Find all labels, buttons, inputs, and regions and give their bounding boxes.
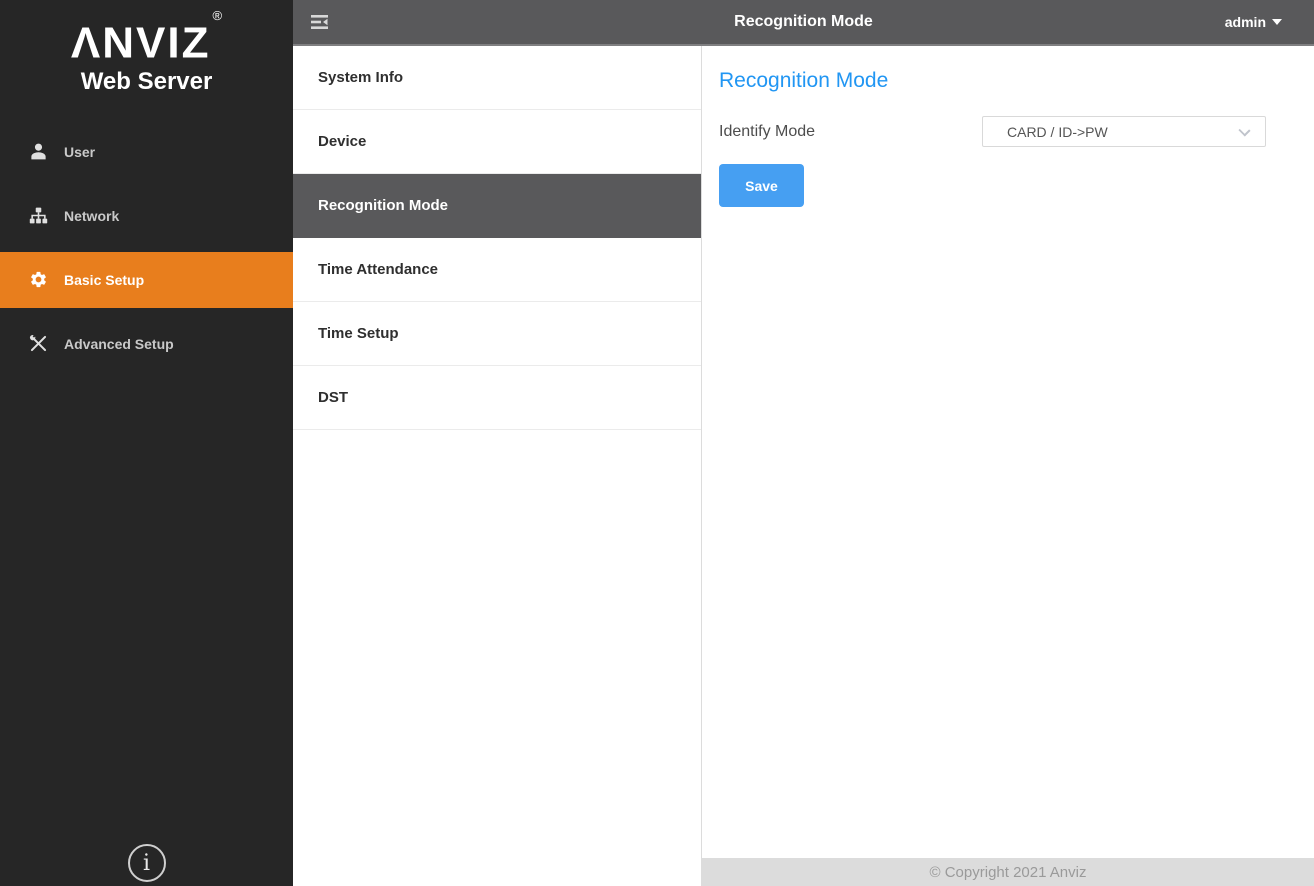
submenu-item-time-attendance[interactable]: Time Attendance: [293, 238, 701, 302]
topbar: Recognition Mode admin: [293, 0, 1314, 46]
sidebar-item-user[interactable]: User: [0, 120, 293, 184]
submenu: System Info Device Recognition Mode Time…: [293, 46, 702, 886]
submenu-item-label: DST: [318, 389, 348, 406]
gear-icon: [28, 270, 48, 290]
sidebar-item-label: Basic Setup: [64, 272, 144, 288]
page-title: Recognition Mode: [293, 13, 1314, 31]
submenu-item-system-info[interactable]: System Info: [293, 46, 701, 110]
sidebar-item-advanced-setup[interactable]: Advanced Setup: [0, 312, 293, 376]
sidebar-item-label: Advanced Setup: [64, 336, 174, 352]
submenu-item-recognition-mode[interactable]: Recognition Mode: [293, 174, 701, 238]
sidebar-item-label: User: [64, 144, 95, 160]
user-icon: [28, 142, 48, 162]
main-content: Recognition Mode Identify Mode CARD / ID…: [702, 46, 1314, 886]
submenu-item-label: Time Setup: [318, 325, 399, 342]
main-menu: User Network Basic Setup: [0, 120, 293, 376]
logo-wordmark: ΛNVIZ: [71, 19, 211, 68]
left-sidebar: ΛNVIZ® Web Server User Network: [0, 0, 293, 886]
submenu-item-label: Device: [318, 133, 366, 150]
caret-down-icon: [1272, 19, 1282, 25]
tools-icon: [28, 334, 48, 354]
registered-mark: ®: [212, 8, 224, 23]
identify-mode-select[interactable]: CARD / ID->PW: [982, 116, 1266, 147]
info-icon[interactable]: i: [128, 844, 166, 882]
chevron-down-icon: [1238, 124, 1250, 136]
submenu-item-label: System Info: [318, 69, 403, 86]
submenu-item-label: Time Attendance: [318, 261, 438, 278]
submenu-item-dst[interactable]: DST: [293, 366, 701, 430]
identify-mode-row: Identify Mode CARD / ID->PW: [719, 116, 1297, 147]
content-heading: Recognition Mode: [719, 69, 1297, 93]
submenu-item-time-setup[interactable]: Time Setup: [293, 302, 701, 366]
network-icon: [28, 206, 48, 226]
copyright-footer: © Copyright 2021 Anviz: [702, 858, 1314, 886]
sidebar-item-basic-setup[interactable]: Basic Setup: [0, 252, 293, 308]
identify-mode-label: Identify Mode: [719, 123, 815, 141]
logo-subtitle: Web Server: [0, 68, 293, 96]
sidebar-item-label: Network: [64, 208, 119, 224]
submenu-item-label: Recognition Mode: [318, 197, 448, 214]
anviz-logo: ΛNVIZ®: [71, 14, 222, 68]
save-button[interactable]: Save: [719, 164, 804, 207]
admin-user-menu[interactable]: admin: [1225, 14, 1282, 30]
submenu-item-device[interactable]: Device: [293, 110, 701, 174]
logo: ΛNVIZ® Web Server: [0, 0, 293, 96]
identify-mode-value: CARD / ID->PW: [1007, 124, 1108, 140]
sidebar-item-network[interactable]: Network: [0, 184, 293, 248]
admin-username: admin: [1225, 14, 1266, 30]
